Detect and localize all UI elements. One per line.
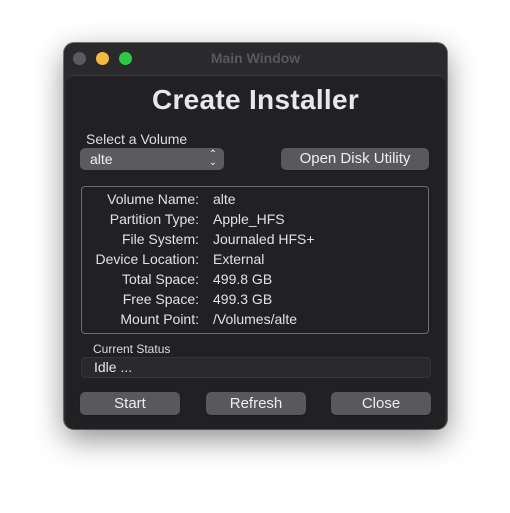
info-key: Device Location: <box>95 251 199 267</box>
info-row: Mount Point: /Volumes/alte <box>82 311 428 331</box>
up-down-chevron-icon: ⌃ ⌄ <box>208 149 218 168</box>
info-row: Partition Type: Apple_HFS <box>82 211 428 231</box>
info-key: Volume Name: <box>107 191 199 207</box>
info-value: 499.3 GB <box>213 291 273 307</box>
info-key: Partition Type: <box>109 211 199 227</box>
volume-select[interactable]: alte ⌃ ⌄ <box>80 148 224 170</box>
close-button[interactable]: Close <box>331 392 431 415</box>
window-title: Main Window <box>210 50 301 66</box>
open-disk-utility-button[interactable]: Open Disk Utility <box>281 148 429 170</box>
start-button[interactable]: Start <box>80 392 180 415</box>
info-value: alte <box>213 191 236 207</box>
info-value: Apple_HFS <box>213 211 285 227</box>
info-value: Journaled HFS+ <box>213 231 315 247</box>
volume-select-value: alte <box>90 151 113 167</box>
info-key: Mount Point: <box>120 311 199 327</box>
info-row: File System: Journaled HFS+ <box>82 231 428 251</box>
info-key: File System: <box>121 231 199 247</box>
info-key: Total Space: <box>121 271 199 287</box>
volume-info-panel: Volume Name: alte Partition Type: Apple_… <box>81 186 429 334</box>
refresh-button[interactable]: Refresh <box>206 392 306 415</box>
info-row: Total Space: 499.8 GB <box>82 271 428 291</box>
main-window: Main Window Create Installer Select a Vo… <box>64 43 447 429</box>
info-value: External <box>213 251 265 267</box>
info-row: Device Location: External <box>82 251 428 271</box>
info-key: Free Space: <box>122 291 199 307</box>
title-bar[interactable]: Main Window <box>64 43 447 75</box>
info-row: Free Space: 499.3 GB <box>82 291 428 311</box>
window-content: Create Installer Select a Volume alte ⌃ ⌄… <box>66 75 445 429</box>
info-row: Volume Name: alte <box>82 191 428 211</box>
page-title: Create Installer <box>151 84 360 115</box>
status-field: Idle ... <box>81 357 431 378</box>
select-volume-label: Select a Volume <box>86 131 188 147</box>
info-value: /Volumes/alte <box>213 311 298 327</box>
current-status-label: Current Status <box>93 342 171 356</box>
info-value: 499.8 GB <box>213 271 273 287</box>
